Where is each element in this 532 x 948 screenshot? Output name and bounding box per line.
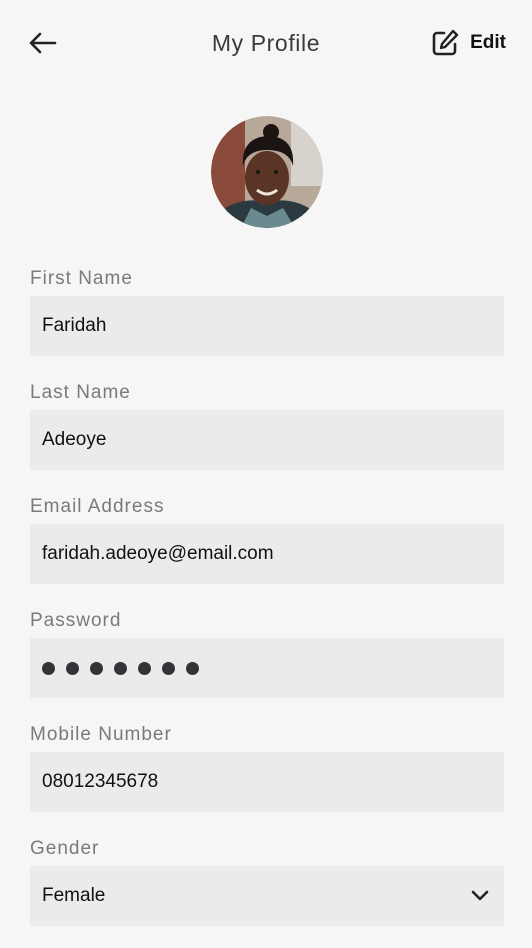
edit-label: Edit (470, 32, 506, 53)
chevron-down-icon (470, 886, 490, 906)
first-name-input[interactable]: Faridah (30, 296, 504, 356)
gender-label: Gender (30, 838, 100, 859)
password-dot (138, 661, 151, 675)
last-name-field: Last Name Adeoye (30, 378, 504, 470)
first-name-value: Faridah (42, 315, 107, 336)
password-dot (186, 661, 199, 675)
password-dot (42, 661, 55, 675)
first-name-field: First Name Faridah (30, 264, 504, 356)
gender-field: Gender Female (30, 834, 504, 926)
password-mask (42, 661, 210, 675)
password-dot (162, 661, 175, 675)
mobile-label: Mobile Number (30, 724, 172, 745)
last-name-value: Adeoye (42, 429, 107, 450)
app-header: My Profile Edit (0, 0, 532, 88)
edit-button[interactable]: Edit (430, 26, 506, 60)
mobile-field: Mobile Number 08012345678 (30, 720, 504, 812)
edit-square-icon (430, 27, 462, 59)
password-dot (66, 661, 79, 675)
password-field: Password (30, 606, 504, 698)
profile-form: First Name Faridah Last Name Adeoye Emai… (30, 264, 504, 948)
first-name-label: First Name (30, 268, 133, 289)
gender-select[interactable]: Female (30, 866, 504, 926)
password-dot (114, 661, 127, 675)
mobile-input[interactable]: 08012345678 (30, 752, 504, 812)
password-input[interactable] (30, 638, 504, 698)
gender-value: Female (42, 885, 106, 906)
mobile-value: 08012345678 (42, 771, 159, 792)
email-field: Email Address faridah.adeoye@email.com (30, 492, 504, 584)
password-label: Password (30, 610, 122, 631)
password-dot (90, 661, 103, 675)
last-name-input[interactable]: Adeoye (30, 410, 504, 470)
last-name-label: Last Name (30, 382, 131, 403)
email-label: Email Address (30, 496, 165, 517)
email-value: faridah.adeoye@email.com (42, 543, 274, 564)
avatar[interactable] (211, 116, 323, 228)
email-input[interactable]: faridah.adeoye@email.com (30, 524, 504, 584)
